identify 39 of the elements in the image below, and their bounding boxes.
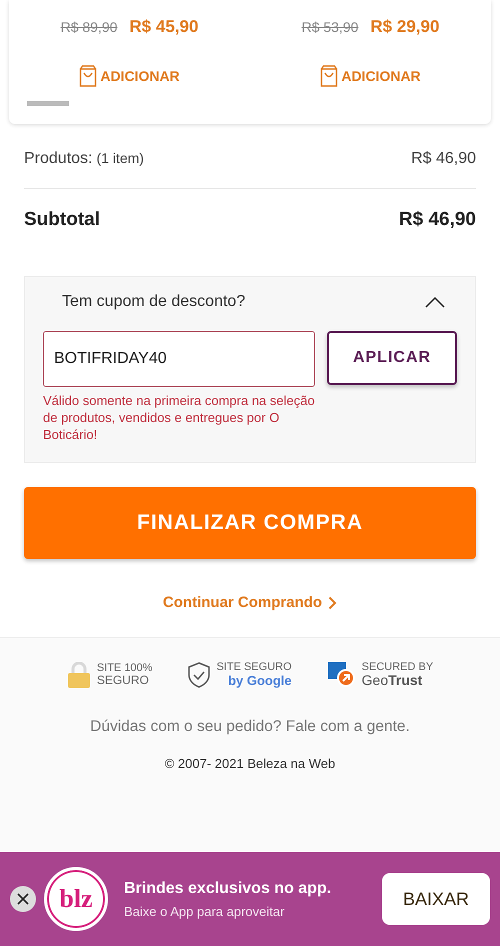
chevron-icon[interactable] xyxy=(425,296,445,308)
seal-caption: SECURED BY xyxy=(362,662,434,674)
continue-shopping-link[interactable]: Continuar Comprando xyxy=(162,592,338,613)
banner-title: Brindes exclusivos no app. xyxy=(124,880,332,898)
shopping-bag-icon xyxy=(79,65,98,87)
shield-check-icon xyxy=(188,662,210,688)
price: R$ 29,90 xyxy=(370,17,440,37)
add-to-cart-button[interactable]: ADICIONAR xyxy=(320,65,421,87)
scroll-indicator xyxy=(27,101,69,106)
price: R$ 45,90 xyxy=(129,17,198,37)
banner-subtitle: Baixe o App para aproveitar xyxy=(124,904,286,918)
coupon-field[interactable]: BOTIFRIDAY40 xyxy=(43,331,315,387)
close-button[interactable] xyxy=(10,886,36,912)
seal-brand: SEGURO xyxy=(96,674,150,687)
add-to-cart-button[interactable]: ADICIONAR xyxy=(79,65,180,87)
chevron-right-icon xyxy=(328,596,338,610)
subtotal-value: R$ 46,90 xyxy=(398,209,476,231)
products-label: Produtos: xyxy=(24,150,92,168)
seal-brand: GeoTrust xyxy=(362,673,424,688)
coupon-title: Tem cupom de desconto? xyxy=(62,293,246,311)
copyright-text: © 2007- 2021 Beleza na Web xyxy=(164,756,336,771)
close-icon xyxy=(17,893,29,905)
download-button[interactable]: BAIXAR xyxy=(382,873,490,925)
apply-button[interactable]: APLICAR xyxy=(327,331,457,385)
app-logo: blz xyxy=(44,867,108,931)
coupon-message: Válido somente na primeira compra na seleção de produtos, vendidos e entregues por O Boticário! xyxy=(43,393,315,444)
shopping-bag-icon xyxy=(320,65,338,87)
help-text: Dúvidas com o seu pedido? Fale com a gente. xyxy=(90,718,410,736)
padlock-icon xyxy=(66,662,91,688)
seal-caption: SITE 100% xyxy=(96,662,152,674)
old-price: R$ 89,90 xyxy=(60,19,118,35)
seal-brand: by Google xyxy=(228,674,292,688)
seal-caption: SITE SEGURO xyxy=(216,662,292,674)
checkout-button[interactable]: FINALIZAR COMPRA xyxy=(24,486,476,559)
old-price: R$ 53,90 xyxy=(302,19,358,35)
geotrust-logo-icon xyxy=(328,662,356,688)
subtotal-label: Subtotal xyxy=(24,209,100,231)
products-count: (1 item) xyxy=(96,150,144,166)
products-value: R$ 46,90 xyxy=(411,150,476,168)
